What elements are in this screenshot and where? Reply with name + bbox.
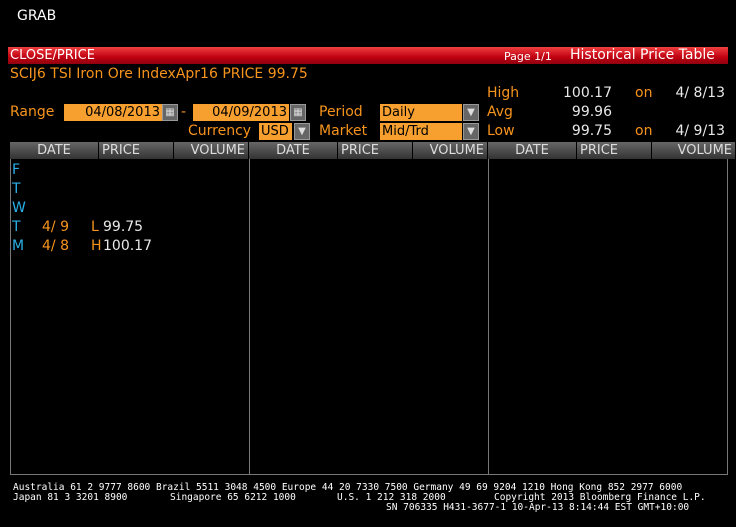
- period-label: Period: [319, 104, 363, 120]
- high-value: 100.17: [563, 85, 612, 101]
- price-panel-2: [249, 159, 488, 475]
- market-label: Market: [319, 123, 368, 139]
- col-price[interactable]: PRICE: [577, 142, 652, 159]
- col-date[interactable]: DATE: [249, 142, 338, 159]
- range-label: Range: [10, 104, 55, 120]
- calendar-icon[interactable]: ▦: [290, 104, 306, 121]
- row-price: 99.75: [103, 219, 144, 235]
- low-on: on: [635, 123, 653, 139]
- table-row[interactable]: T: [11, 181, 249, 200]
- table-row[interactable]: F: [11, 162, 249, 181]
- high-label: High: [487, 85, 520, 101]
- column-header: DATE PRICE VOLUME DATE PRICE VOLUME DATE…: [10, 142, 736, 159]
- avg-label: Avg: [487, 104, 513, 120]
- price-panel-3: [488, 159, 728, 475]
- low-label: Low: [487, 123, 515, 139]
- screen-title: Historical Price Table: [570, 47, 715, 63]
- calendar-icon[interactable]: ▦: [162, 104, 178, 121]
- period-select[interactable]: Daily: [380, 104, 462, 121]
- col-volume[interactable]: VOLUME: [174, 142, 249, 159]
- footer-singapore: Singapore 65 6212 1000: [170, 492, 296, 503]
- end-date-input[interactable]: 04/09/2013: [193, 104, 289, 121]
- weekday: M: [12, 238, 25, 254]
- weekday: F: [12, 162, 21, 178]
- weekday: W: [12, 200, 26, 216]
- page-indicator[interactable]: Page 1/1: [504, 50, 552, 63]
- col-price[interactable]: PRICE: [338, 142, 413, 159]
- security-line: SCIJ6 TSI Iron Ore IndexApr16 PRICE 99.7…: [10, 66, 308, 82]
- col-volume[interactable]: VOLUME: [413, 142, 488, 159]
- table-row[interactable]: W: [11, 200, 249, 219]
- currency-label: Currency: [188, 123, 252, 139]
- low-date: 4/ 9/13: [675, 123, 725, 139]
- row-date: 4/ 8: [42, 238, 69, 254]
- col-volume[interactable]: VOLUME: [652, 142, 736, 159]
- avg-value: 99.96: [571, 104, 612, 120]
- col-date[interactable]: DATE: [10, 142, 99, 159]
- row-price: 100.17: [103, 238, 152, 254]
- hl-flag: L: [91, 219, 99, 235]
- function-header-bar: CLOSE/PRICE Page 1/1 Historical Price Ta…: [8, 47, 728, 64]
- chevron-down-icon[interactable]: ▼: [294, 123, 310, 140]
- market-select[interactable]: Mid/Trd: [380, 123, 462, 140]
- app-title: GRAB: [17, 8, 57, 24]
- high-on: on: [635, 85, 653, 101]
- chevron-down-icon[interactable]: ▼: [463, 104, 479, 121]
- chevron-down-icon[interactable]: ▼: [463, 123, 479, 140]
- currency-select[interactable]: USD: [259, 123, 292, 140]
- low-value: 99.75: [571, 123, 612, 139]
- high-date: 4/ 8/13: [675, 85, 725, 101]
- footer-session: SN 706335 H431-3677-1 10-Apr-13 8:14:44 …: [386, 502, 690, 513]
- col-price[interactable]: PRICE: [99, 142, 174, 159]
- hl-flag: H: [91, 238, 102, 254]
- footer-japan: Japan 81 3 3201 8900: [13, 492, 128, 503]
- weekday: T: [12, 219, 21, 235]
- start-date-input[interactable]: 04/08/2013: [64, 104, 162, 121]
- function-name: CLOSE/PRICE: [10, 48, 95, 63]
- table-row[interactable]: T 4/ 9 L 99.75: [11, 219, 249, 238]
- col-date[interactable]: DATE: [488, 142, 577, 159]
- table-row[interactable]: M 4/ 8 H 100.17: [11, 238, 249, 257]
- range-dash: -: [181, 104, 187, 120]
- row-date: 4/ 9: [42, 219, 69, 235]
- weekday: T: [12, 181, 21, 197]
- price-panel-1: F T W T 4/ 9 L 99.75 M 4/ 8 H 100.17: [10, 159, 249, 475]
